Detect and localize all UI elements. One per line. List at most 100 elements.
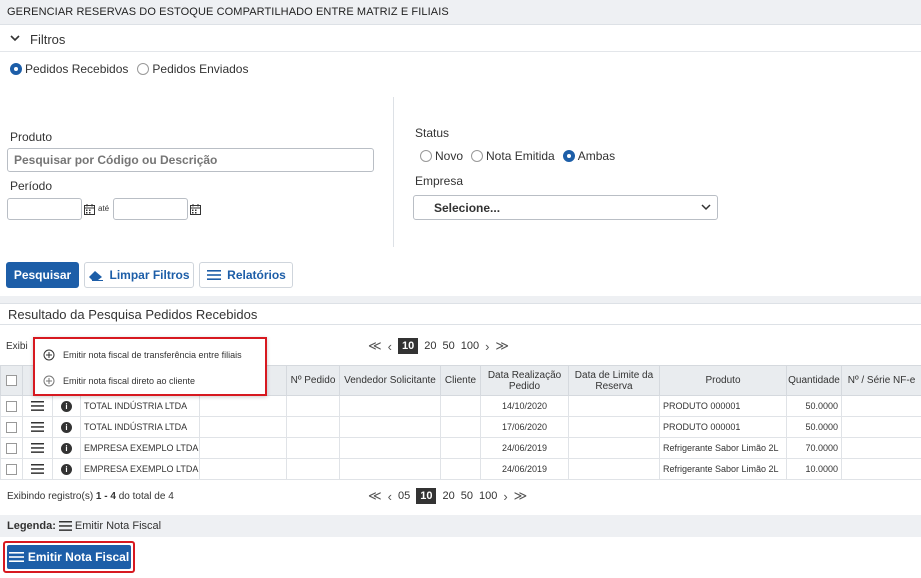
periodo-end-input[interactable]	[113, 198, 188, 220]
cell-empresa: EMPRESA EXEMPLO LTDA	[80, 437, 200, 459]
header-data-limite[interactable]: Data de Limite da Reserva	[568, 365, 660, 396]
legend-bar: Legenda: Emitir Nota Fiscal	[0, 515, 921, 537]
relatorios-button[interactable]: Relatórios	[199, 262, 293, 288]
info-icon[interactable]: i	[61, 463, 72, 475]
pager-size-10[interactable]: 10	[416, 488, 437, 504]
produto-search-input[interactable]	[7, 148, 374, 172]
pesquisar-button[interactable]: Pesquisar	[6, 262, 79, 288]
pager-size-20[interactable]: 20	[442, 490, 454, 502]
menu-item-transferencia[interactable]: Emitir nota fiscal de transferência entr…	[43, 349, 242, 361]
order-type-group: Pedidos Recebidos Pedidos Enviados	[10, 62, 248, 76]
menu-icon	[8, 552, 24, 562]
periodo-start-input[interactable]	[7, 198, 82, 220]
cell-quantidade: 50.0000	[786, 416, 842, 438]
pager-size-100[interactable]: 100	[479, 490, 497, 502]
pager-size-50[interactable]: 50	[461, 490, 473, 502]
info-icon[interactable]: i	[61, 421, 72, 433]
header-data-realizacao[interactable]: Data Realização Pedido	[480, 365, 569, 396]
cell-empresa: TOTAL INDÚSTRIA LTDA	[80, 395, 200, 417]
info-icon[interactable]: i	[61, 442, 72, 454]
pager-bottom: ≪ ‹ 05 10 20 50 100 › ≫	[368, 488, 527, 504]
menu-icon[interactable]	[31, 401, 44, 412]
pager-prev-icon[interactable]: ‹	[388, 339, 392, 354]
table-row: i EMPRESA EXEMPLO LTDA 24/06/2019 Refrig…	[0, 437, 921, 459]
eraser-icon	[89, 271, 104, 281]
section-spacer	[0, 296, 921, 303]
radio-label-enviados: Pedidos Enviados	[152, 62, 249, 76]
header-checkbox-cell[interactable]	[0, 365, 23, 396]
radio-label-ambas: Ambas	[577, 149, 616, 163]
chevron-down-icon	[701, 204, 711, 211]
menu-icon[interactable]	[31, 443, 44, 454]
header-quantidade[interactable]: Quantidade	[786, 365, 842, 396]
page-title-bar: GERENCIAR RESERVAS DO ESTOQUE COMPARTILH…	[0, 0, 921, 25]
menu-icon[interactable]	[31, 422, 44, 433]
pager-top: ≪ ‹ 10 20 50 100 › ≫	[368, 338, 509, 354]
showing-summary-suffix: do total de 4	[115, 491, 174, 502]
row-context-menu: Emitir nota fiscal de transferência entr…	[33, 337, 267, 396]
header-vendedor[interactable]: Vendedor Solicitante	[339, 365, 441, 396]
cell-data-realizacao: 24/06/2019	[480, 437, 569, 459]
pager-first-icon[interactable]: ≪	[368, 338, 382, 354]
showing-summary-prefix: Exibindo registro(s)	[7, 491, 96, 502]
pager-next-icon[interactable]: ›	[485, 339, 489, 354]
info-icon[interactable]: i	[61, 400, 72, 412]
radio-pedidos-enviados[interactable]	[137, 63, 150, 75]
select-all-checkbox[interactable]	[6, 374, 17, 386]
table-row: i TOTAL INDÚSTRIA LTDA 14/10/2020 PRODUT…	[0, 395, 921, 417]
showing-summary: Exibindo registro(s) 1 - 4 do total de 4	[7, 491, 174, 502]
pager-prev-icon[interactable]: ‹	[388, 489, 392, 504]
pager-last-icon[interactable]: ≫	[495, 338, 509, 354]
row-checkbox[interactable]	[6, 421, 17, 433]
relatorios-label: Relatórios	[227, 268, 286, 282]
radio-label-nota-emitida: Nota Emitida	[486, 149, 555, 163]
showing-summary-range: 1 - 4	[95, 491, 116, 502]
header-produto[interactable]: Produto	[659, 365, 787, 396]
periodo-label: Período	[10, 179, 53, 193]
header-cliente[interactable]: Cliente	[440, 365, 481, 396]
pager-size-50[interactable]: 50	[442, 340, 454, 352]
table-row: i TOTAL INDÚSTRIA LTDA 17/06/2020 PRODUT…	[0, 416, 921, 438]
menu-icon[interactable]	[31, 464, 44, 475]
pager-size-100[interactable]: 100	[461, 340, 479, 352]
status-label: Status	[415, 126, 450, 140]
showing-label-top: Exibi	[6, 341, 28, 352]
plus-circle-icon	[43, 375, 55, 387]
cell-empresa: TOTAL INDÚSTRIA LTDA	[80, 416, 200, 438]
cell-produto: Refrigerante Sabor Limão 2L	[659, 437, 787, 459]
header-n-pedido[interactable]: Nº Pedido	[286, 365, 340, 396]
produto-label: Produto	[10, 130, 53, 144]
row-checkbox[interactable]	[6, 442, 17, 454]
menu-item-direto-cliente-label: Emitir nota fiscal direto ao cliente	[63, 376, 196, 386]
emitir-nota-fiscal-button[interactable]: Emitir Nota Fiscal	[7, 545, 131, 569]
row-checkbox[interactable]	[6, 463, 17, 475]
pager-first-icon[interactable]: ≪	[368, 488, 382, 504]
header-serie-nfe[interactable]: Nº / Série NF-e	[841, 365, 921, 396]
pager-last-icon[interactable]: ≫	[514, 488, 528, 504]
plus-circle-icon	[43, 349, 55, 361]
results-header: Resultado da Pesquisa Pedidos Recebidos	[0, 303, 921, 325]
pager-size-05[interactable]: 05	[398, 490, 410, 502]
chevron-down-icon	[10, 35, 20, 42]
calendar-icon[interactable]	[190, 204, 201, 215]
radio-status-ambas[interactable]	[562, 150, 575, 162]
pager-size-10[interactable]: 10	[397, 338, 419, 354]
legend-label: Legenda:	[7, 520, 56, 532]
empresa-select[interactable]: Selecione...	[413, 195, 718, 220]
legend-item: Emitir Nota Fiscal	[74, 520, 162, 532]
cell-produto: Refrigerante Sabor Limão 2L	[659, 458, 787, 480]
row-checkbox[interactable]	[6, 400, 17, 412]
filters-label: Filtros	[30, 32, 66, 47]
cell-data-realizacao: 17/06/2020	[480, 416, 569, 438]
pesquisar-button-label: Pesquisar	[13, 268, 72, 282]
filters-toggle[interactable]: Filtros	[0, 26, 921, 52]
radio-status-nota-emitida[interactable]	[471, 150, 484, 162]
pager-size-20[interactable]: 20	[424, 340, 436, 352]
radio-status-novo[interactable]	[420, 150, 432, 162]
calendar-icon[interactable]	[84, 204, 95, 215]
pager-next-icon[interactable]: ›	[503, 489, 507, 504]
menu-item-direto-cliente[interactable]: Emitir nota fiscal direto ao cliente	[43, 375, 195, 387]
radio-pedidos-recebidos[interactable]	[10, 63, 22, 75]
limpar-filtros-button[interactable]: Limpar Filtros	[84, 262, 194, 288]
periodo-separator: até	[98, 204, 110, 213]
